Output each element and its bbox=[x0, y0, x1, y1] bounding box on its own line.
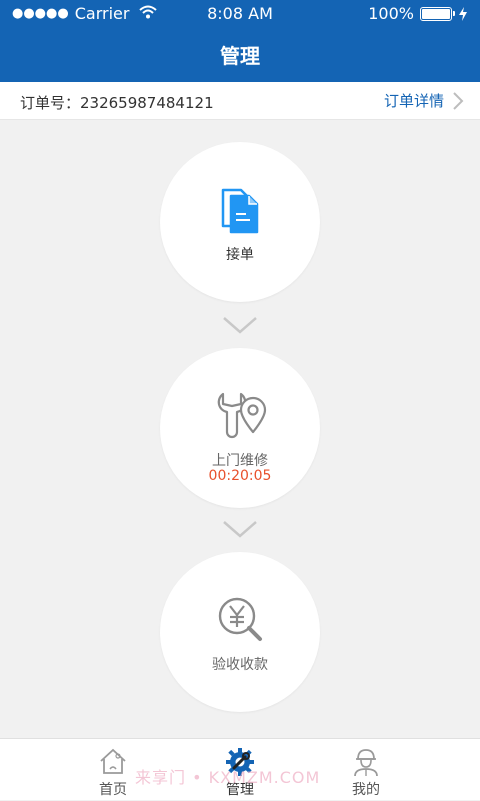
status-right: 100% bbox=[368, 4, 468, 23]
order-bar: 订单号：23265987484121 订单详情 bbox=[0, 82, 480, 120]
step-label: 接单 bbox=[226, 247, 254, 263]
wrench-location-icon bbox=[217, 392, 267, 439]
chevron-down-icon bbox=[223, 521, 257, 538]
repair-timer: 00:20:05 bbox=[208, 468, 272, 484]
page-title: 管理 bbox=[220, 44, 260, 68]
yuan-search-icon bbox=[218, 597, 262, 641]
chevron-down-icon bbox=[223, 317, 257, 334]
document-icon bbox=[221, 188, 259, 234]
watermark: 来享门 • KXMZM.COM bbox=[135, 768, 321, 787]
chevron-right-icon bbox=[453, 91, 464, 110]
step-label: 验收收款 bbox=[212, 657, 268, 673]
step-onsite-repair[interactable]: 上门维修 00:20:05 bbox=[160, 348, 320, 508]
charging-bolt-icon bbox=[459, 6, 467, 21]
order-details-label: 订单详情 bbox=[383, 92, 444, 110]
step-label: 上门维修 bbox=[212, 453, 268, 469]
battery-percent: 100% bbox=[368, 4, 414, 23]
step-accept-order[interactable]: 接单 bbox=[160, 142, 320, 302]
step-acceptance-payment[interactable]: 验收收款 bbox=[160, 552, 320, 712]
home-icon bbox=[100, 748, 126, 774]
battery-icon bbox=[420, 6, 455, 21]
status-bar: ●●●●● Carrier 8:08 AM 100% bbox=[0, 0, 480, 28]
worker-icon bbox=[354, 749, 378, 777]
order-details-link[interactable]: 订单详情 bbox=[384, 90, 464, 111]
tab-mine[interactable]: 我的 bbox=[326, 739, 406, 801]
header: ●●●●● Carrier 8:08 AM 100% 管理 bbox=[0, 0, 480, 82]
tab-label: 我的 bbox=[352, 782, 380, 798]
order-number: 订单号：23265987484121 bbox=[20, 94, 214, 112]
